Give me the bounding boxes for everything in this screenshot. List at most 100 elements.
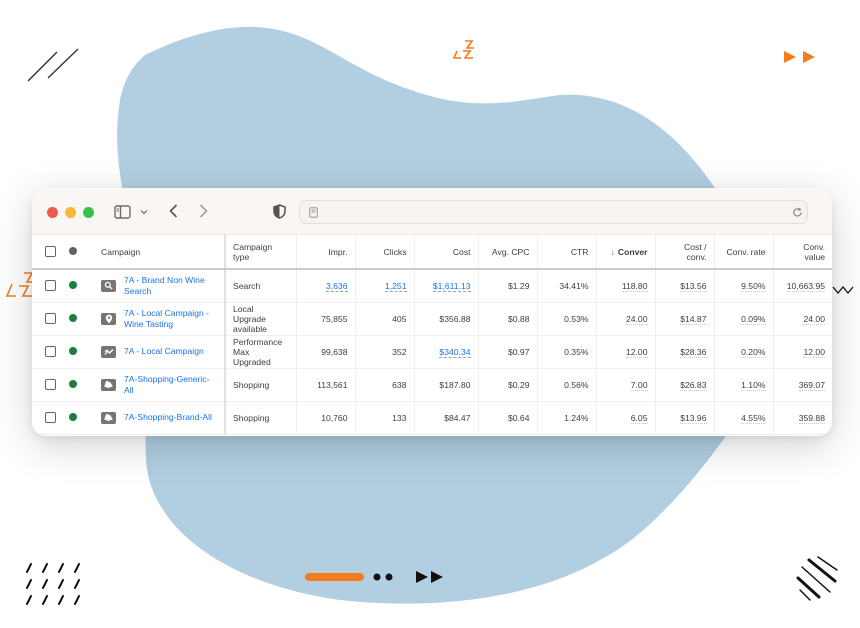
column-header-cost-per-conv[interactable]: Cost / conv. bbox=[654, 235, 714, 270]
zoom-window-button[interactable] bbox=[83, 207, 94, 218]
close-window-button[interactable] bbox=[47, 207, 58, 218]
address-bar[interactable] bbox=[299, 200, 808, 224]
avg-cpc-value: $0.64 bbox=[477, 401, 537, 435]
conversions-value: 12.00 bbox=[625, 346, 648, 358]
ctr-value: 0.35% bbox=[536, 335, 596, 369]
status-enabled-icon bbox=[69, 280, 77, 289]
location-pin-icon bbox=[101, 312, 116, 325]
reload-icon[interactable] bbox=[791, 206, 803, 218]
chevron-right-icon[interactable] bbox=[196, 203, 210, 219]
cost-value[interactable]: $340.34 bbox=[439, 346, 471, 358]
column-header-conv-rate[interactable]: Conv. rate bbox=[713, 235, 773, 270]
avg-cpc-value: $0.88 bbox=[477, 302, 537, 336]
campaign-type: Shopping bbox=[224, 401, 296, 435]
performance-max-icon bbox=[101, 345, 116, 358]
cost-value: $187.80 bbox=[413, 368, 478, 402]
campaign-type: Performance Max Upgraded bbox=[224, 335, 296, 369]
wave-icon bbox=[832, 285, 854, 295]
impr-value: 10,760 bbox=[295, 401, 355, 435]
column-header-avg-cpc[interactable]: Avg. CPC bbox=[477, 235, 537, 270]
impr-value: 75,855 bbox=[295, 302, 355, 336]
table-row: 7A - Brand Non Wine Search Search 3,636 … bbox=[32, 269, 832, 303]
row-checkbox[interactable] bbox=[45, 346, 56, 358]
cost-per-conv-value: $28.36 bbox=[680, 346, 707, 358]
column-header-conversions[interactable]: ↓ Conver bbox=[595, 235, 655, 270]
sidebar-icon[interactable] bbox=[113, 204, 131, 219]
conv-value-value: 369.07 bbox=[798, 379, 825, 391]
table-row: 7A-Shopping-Generic-All Shopping 113,561… bbox=[32, 368, 832, 402]
column-header-clicks[interactable]: Clicks bbox=[354, 235, 414, 270]
avg-cpc-value: $0.97 bbox=[477, 335, 537, 369]
impr-value[interactable]: 3,636 bbox=[325, 280, 348, 292]
clicks-value[interactable]: 1,251 bbox=[384, 280, 407, 292]
campaign-name-link[interactable]: 7A - Local Campaign bbox=[124, 346, 204, 357]
progress-pill bbox=[305, 573, 364, 581]
dots-icon bbox=[373, 573, 393, 581]
slash-grid-icon bbox=[26, 563, 80, 605]
conversions-value: 24.00 bbox=[625, 313, 648, 325]
row-checkbox[interactable] bbox=[45, 379, 56, 391]
column-header-impr[interactable]: Impr. bbox=[295, 235, 355, 270]
campaign-name-link[interactable]: 7A - Local Campaign - Wine Tasting bbox=[124, 308, 217, 329]
status-enabled-icon bbox=[69, 313, 77, 322]
campaign-name-link[interactable]: 7A - Brand Non Wine Search bbox=[124, 275, 217, 296]
status-enabled-icon bbox=[69, 379, 77, 388]
row-checkbox[interactable] bbox=[45, 412, 56, 424]
row-checkbox[interactable] bbox=[45, 280, 56, 292]
shopping-tag-icon bbox=[101, 411, 116, 424]
campaign-type: Search bbox=[224, 269, 296, 303]
ctr-value: 1.24% bbox=[536, 401, 596, 435]
browser-window: Campaign Campaign type Impr. Clicks Cost… bbox=[32, 188, 832, 436]
column-header-ctr[interactable]: CTR bbox=[536, 235, 596, 270]
campaign-type: Local Upgrade available bbox=[224, 302, 296, 336]
zigzag-icon bbox=[452, 40, 474, 59]
campaign-name-link[interactable]: 7A-Shopping-Generic-All bbox=[124, 374, 217, 395]
minimize-window-button[interactable] bbox=[65, 207, 76, 218]
status-enabled-icon bbox=[69, 412, 77, 421]
row-checkbox[interactable] bbox=[45, 313, 56, 325]
impr-value: 113,561 bbox=[295, 368, 355, 402]
conversions-value: 6.05 bbox=[630, 412, 648, 424]
cost-per-conv-value: $13.56 bbox=[680, 280, 707, 292]
conv-rate-value: 4.55% bbox=[741, 412, 766, 424]
shopping-tag-icon bbox=[101, 378, 116, 391]
chevron-left-icon[interactable] bbox=[166, 203, 180, 219]
zigzag-icon bbox=[5, 272, 34, 297]
search-campaign-icon bbox=[101, 279, 116, 292]
page-icon bbox=[308, 206, 318, 218]
avg-cpc-value: $1.29 bbox=[477, 269, 537, 303]
clicks-value: 133 bbox=[354, 401, 414, 435]
conv-rate-value: 9.50% bbox=[741, 280, 766, 292]
cost-per-conv-value: $13.96 bbox=[680, 412, 707, 424]
conv-value-value: 359.88 bbox=[798, 412, 825, 424]
table-header-row: Campaign Campaign type Impr. Clicks Cost… bbox=[32, 235, 832, 270]
column-header-cost[interactable]: Cost bbox=[413, 235, 478, 270]
clicks-value: 638 bbox=[354, 368, 414, 402]
conversions-value: 7.00 bbox=[630, 379, 648, 391]
conv-rate-value: 0.20% bbox=[741, 346, 766, 358]
status-enabled-icon bbox=[69, 346, 77, 355]
table-row: 7A - Local Campaign - Wine Tasting Local… bbox=[32, 302, 832, 336]
column-header-campaign-type[interactable]: Campaign type bbox=[224, 235, 296, 270]
avg-cpc-value: $0.29 bbox=[477, 368, 537, 402]
conv-rate-value: 1.10% bbox=[741, 379, 766, 391]
campaign-name-link[interactable]: 7A-Shopping-Brand-All bbox=[124, 412, 212, 423]
clicks-value: 352 bbox=[354, 335, 414, 369]
column-header-conv-value[interactable]: Conv. value bbox=[772, 235, 832, 270]
browser-toolbar bbox=[32, 188, 832, 235]
select-all-checkbox[interactable] bbox=[45, 246, 56, 258]
chevron-down-icon[interactable] bbox=[139, 207, 149, 217]
fast-forward-icon bbox=[784, 51, 815, 63]
conv-value-value: 12.00 bbox=[803, 346, 825, 358]
column-header-campaign[interactable]: Campaign bbox=[94, 235, 225, 270]
status-column-icon bbox=[69, 246, 77, 255]
conv-value-value: 10,663.95 bbox=[786, 280, 825, 292]
cost-value[interactable]: $1,611.13 bbox=[432, 280, 471, 292]
double-slash-icon bbox=[27, 48, 79, 82]
cost-value: $84.47 bbox=[413, 401, 478, 435]
campaign-table: Campaign Campaign type Impr. Clicks Cost… bbox=[32, 235, 832, 435]
ctr-value: 0.56% bbox=[536, 368, 596, 402]
shield-icon[interactable] bbox=[271, 203, 287, 219]
conv-value-value: 24.00 bbox=[803, 313, 825, 325]
campaign-type: Shopping bbox=[224, 368, 296, 402]
